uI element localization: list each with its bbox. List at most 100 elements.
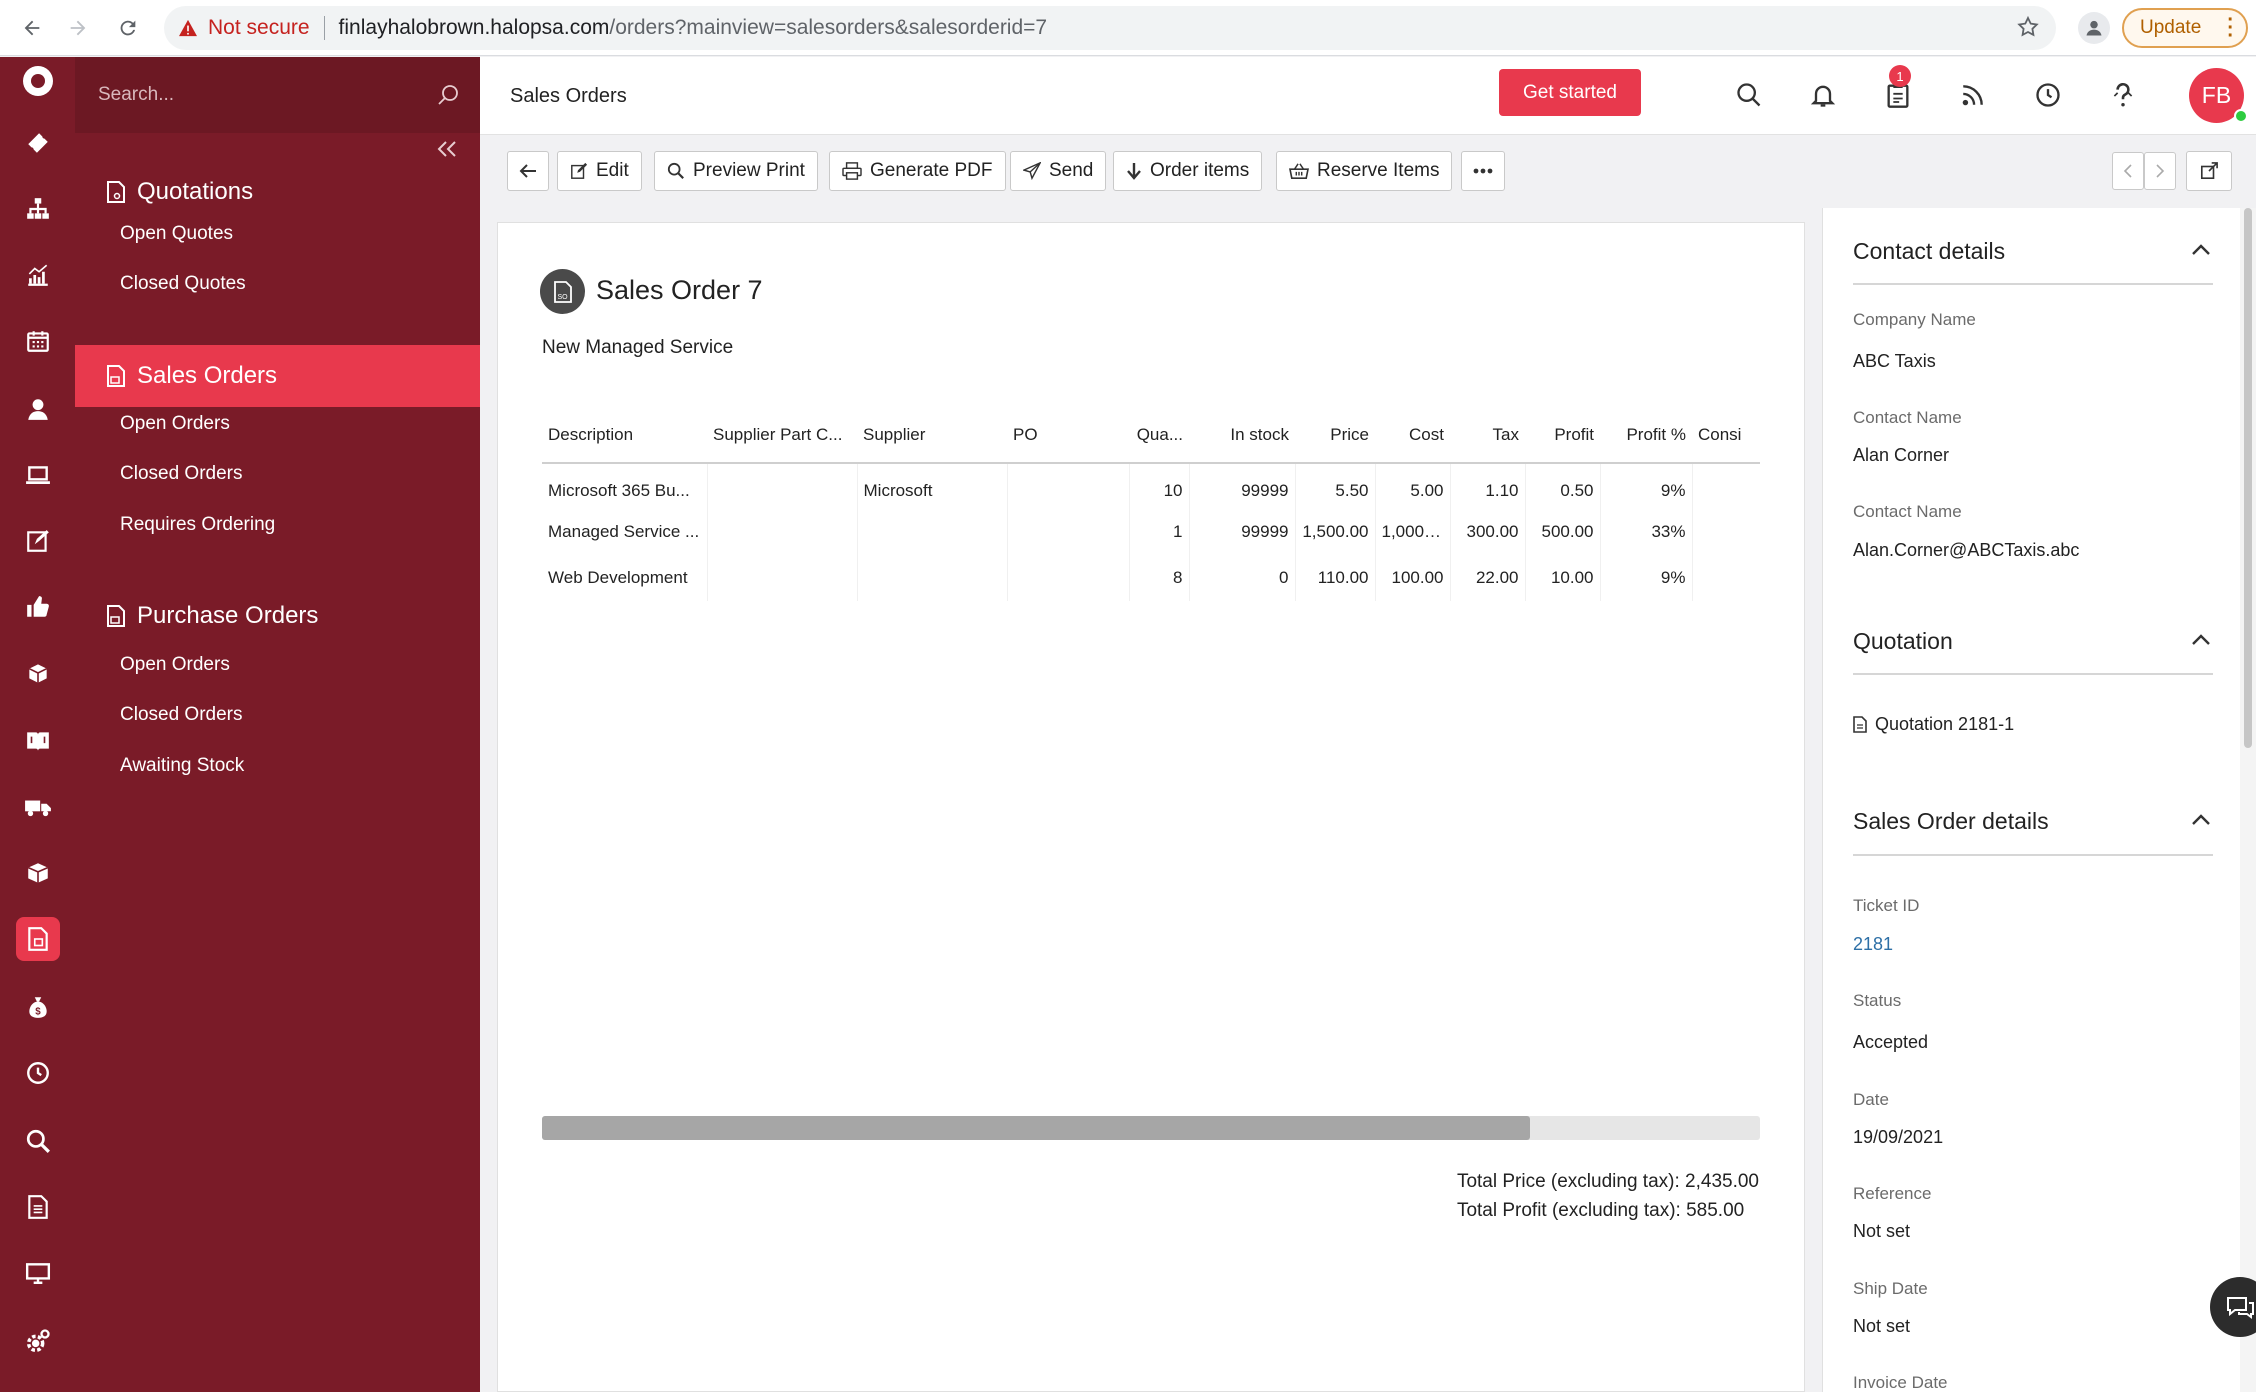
rail-timesheets[interactable] [0, 1049, 75, 1097]
back-arrow-icon[interactable] [14, 10, 50, 46]
chevron-up-icon[interactable] [2191, 812, 2211, 826]
thumbs-up-icon [26, 596, 49, 617]
chevron-up-icon[interactable] [2191, 242, 2211, 256]
column-header[interactable]: In stock [1189, 407, 1295, 464]
order-items-button[interactable]: Order items [1113, 151, 1263, 191]
column-header[interactable]: Description [542, 407, 707, 464]
rail-search[interactable] [0, 1117, 75, 1165]
sidebar-item-closed-quotes[interactable]: Closed Quotes [120, 273, 246, 295]
scrollbar-thumb[interactable] [2244, 208, 2252, 748]
total-profit: Total Profit (excluding tax): 585.00 [1456, 1200, 1745, 1221]
sidebar-item-open-purchase-orders[interactable]: Open Orders [120, 654, 230, 676]
table-horizontal-scrollbar[interactable] [542, 1116, 1760, 1140]
book-icon [26, 732, 49, 751]
send-label: Send [1049, 160, 1094, 181]
sidebar-item-open-quotes[interactable]: Open Quotes [120, 223, 233, 245]
rail-feedback[interactable] [0, 583, 75, 631]
rail-billing[interactable]: $ [0, 983, 75, 1031]
preview-print-button[interactable]: Preview Print [654, 151, 818, 191]
sales-order-details-heading[interactable]: Sales Order details [1853, 808, 2049, 835]
document-icon [27, 1195, 48, 1219]
security-warning[interactable]: Not secure [178, 16, 310, 40]
table-cell: 99999 [1189, 509, 1296, 555]
contact-details-heading[interactable]: Contact details [1853, 238, 2005, 265]
bookmark-star-icon[interactable] [2016, 15, 2040, 39]
rail-reporting[interactable] [0, 251, 75, 299]
sidebar-item-closed-orders[interactable]: Closed Orders [120, 463, 243, 485]
column-header[interactable]: Consi [1692, 407, 1760, 464]
quotation-heading[interactable]: Quotation [1853, 628, 1953, 655]
rail-calendar[interactable] [0, 317, 75, 365]
sidebar-search-input[interactable] [98, 84, 436, 106]
collapse-sidebar-icon[interactable] [436, 139, 458, 159]
address-bar[interactable]: Not secure finlayhalobrown.halopsa.com/o… [164, 6, 2056, 50]
rail-products[interactable] [0, 849, 75, 897]
rail-knowledge-base[interactable] [0, 717, 75, 765]
rail-configuration[interactable] [0, 1317, 75, 1365]
rail-home[interactable] [0, 57, 75, 105]
previous-record-button[interactable] [2112, 152, 2144, 190]
sidebar-item-closed-purchase-orders[interactable]: Closed Orders [120, 704, 243, 726]
module-rail: $ [0, 57, 75, 1392]
search-icon[interactable] [436, 83, 460, 107]
generate-pdf-button[interactable]: Generate PDF [829, 151, 1006, 191]
rail-organisation[interactable] [0, 185, 75, 233]
quotation-link[interactable]: Quotation 2181-1 [1853, 714, 2014, 735]
column-header[interactable]: Supplier Part C... [707, 407, 857, 464]
rail-users[interactable] [0, 385, 75, 433]
browser-profile-icon[interactable] [2078, 12, 2110, 44]
sidebar: Quotations Open Quotes Closed Quotes Sal… [75, 57, 480, 1392]
history-clock-icon[interactable] [2030, 77, 2066, 113]
rss-feed-icon[interactable] [1955, 77, 1991, 113]
chevron-up-icon[interactable] [2191, 632, 2211, 646]
back-button[interactable] [507, 151, 549, 191]
edit-button[interactable]: Edit [557, 151, 642, 191]
notifications-bell-icon[interactable] [1805, 77, 1841, 113]
table-row[interactable]: Web Development 8 0 110.00 100.00 22.00 … [542, 555, 1760, 601]
sidebar-section-quotations[interactable]: Quotations [75, 161, 480, 223]
get-started-button[interactable]: Get started [1499, 69, 1641, 116]
sidebar-section-sales-orders[interactable]: Sales Orders [75, 345, 480, 407]
rail-suppliers[interactable] [0, 783, 75, 831]
browser-menu-icon[interactable]: · · · [2227, 10, 2234, 46]
browser-update-button[interactable]: Update · · · [2122, 8, 2248, 48]
scrollbar-thumb[interactable] [542, 1116, 1530, 1140]
column-header[interactable]: Tax [1450, 407, 1525, 464]
column-header[interactable]: Cost [1375, 407, 1450, 464]
rail-remote[interactable] [0, 1249, 75, 1297]
open-in-new-window-button[interactable] [2186, 151, 2232, 191]
send-button[interactable]: Send [1010, 151, 1107, 191]
arrow-down-icon [1127, 163, 1141, 180]
sidebar-item-open-orders[interactable]: Open Orders [120, 413, 230, 435]
rail-contracts[interactable] [0, 517, 75, 565]
column-header[interactable]: Qua... [1129, 407, 1189, 464]
rail-tickets[interactable] [0, 119, 75, 167]
table-row[interactable]: Microsoft 365 Bu... Microsoft 10 99999 5… [542, 463, 1760, 509]
sidebar-item-awaiting-stock[interactable]: Awaiting Stock [120, 755, 244, 777]
sidebar-item-requires-ordering[interactable]: Requires Ordering [120, 514, 275, 536]
edit-label: Edit [596, 160, 629, 181]
search-icon[interactable] [1731, 77, 1767, 113]
sidebar-section-purchase-orders[interactable]: Purchase Orders [75, 585, 480, 647]
ticket-id-link[interactable]: 2181 [1853, 934, 1893, 955]
rail-assets[interactable] [0, 451, 75, 499]
column-header[interactable]: Profit % [1600, 407, 1692, 464]
panel-vertical-scrollbar[interactable] [2240, 208, 2256, 1392]
rail-items[interactable] [0, 649, 75, 697]
reserve-items-button[interactable]: Reserve Items [1276, 151, 1453, 191]
column-header[interactable]: PO [1007, 407, 1129, 464]
omnibox-divider [323, 16, 325, 40]
rail-sales[interactable] [0, 915, 75, 963]
forward-arrow-icon[interactable] [60, 10, 96, 46]
reload-icon[interactable] [110, 10, 146, 46]
help-icon[interactable] [2105, 77, 2141, 113]
column-header[interactable]: Price [1295, 407, 1375, 464]
more-actions-button[interactable] [1461, 151, 1505, 191]
column-header[interactable]: Supplier [857, 407, 1007, 464]
column-header[interactable]: Profit [1525, 407, 1600, 464]
table-row[interactable]: Managed Service ... 1 99999 1,500.00 1,0… [542, 509, 1760, 555]
update-label: Update [2140, 17, 2202, 38]
next-record-button[interactable] [2144, 152, 2176, 190]
rail-documents[interactable] [0, 1183, 75, 1231]
sales-order-card: SO Sales Order 7 New Managed Service Des… [497, 222, 1805, 1392]
